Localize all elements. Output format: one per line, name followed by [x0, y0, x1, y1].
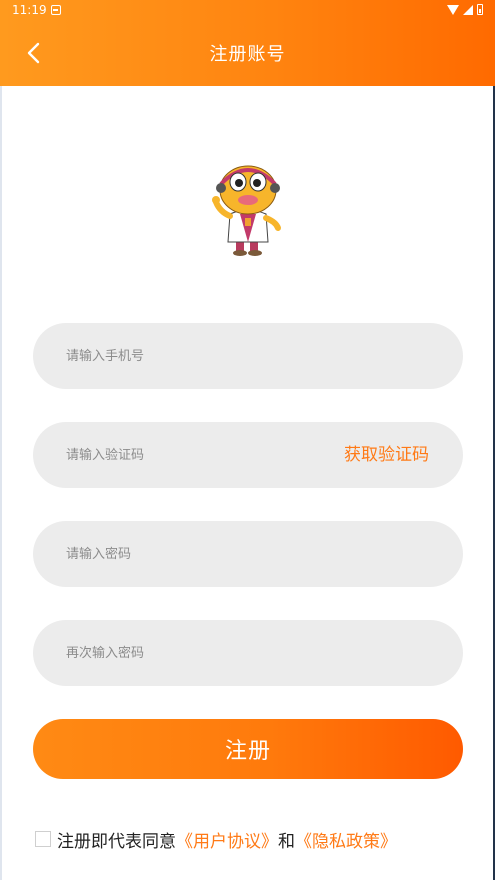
left-edge [0, 86, 2, 880]
battery-icon [477, 4, 483, 15]
mascot-illustration [212, 165, 281, 256]
agreement-row: 注册即代表同意 《用户协议》 和 《隐私政策》 [35, 827, 397, 852]
get-code-button[interactable]: 获取验证码 [344, 422, 429, 488]
wifi-icon [447, 4, 459, 15]
status-time: 11:19 [12, 3, 47, 17]
confirm-password-field[interactable] [33, 620, 463, 686]
register-button[interactable]: 注册 [33, 719, 463, 779]
agreement-checkbox[interactable] [35, 831, 51, 847]
agreement-conjunction: 和 [278, 831, 295, 852]
confirm-password-input[interactable] [66, 620, 346, 686]
code-input[interactable] [66, 422, 346, 488]
phone-input[interactable] [66, 323, 346, 389]
signal-icon [463, 4, 473, 15]
agreement-prefix: 注册即代表同意 [57, 831, 176, 852]
user-agreement-link[interactable]: 《用户协议》 [176, 827, 278, 852]
notification-icon [51, 5, 61, 15]
status-icons [447, 4, 483, 15]
status-bar: 11:19 [0, 0, 495, 22]
privacy-policy-link[interactable]: 《隐私政策》 [295, 827, 397, 852]
app-header: 11:19 注册账号 [0, 0, 495, 86]
code-field[interactable]: 获取验证码 [33, 422, 463, 488]
phone-field[interactable] [33, 323, 463, 389]
password-field[interactable] [33, 521, 463, 587]
password-input[interactable] [66, 521, 346, 587]
page-title: 注册账号 [209, 44, 286, 65]
